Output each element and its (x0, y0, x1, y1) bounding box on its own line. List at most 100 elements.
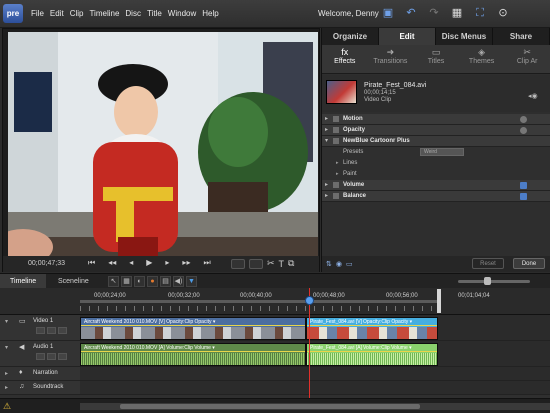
selection-tool-icon[interactable]: ↖ (108, 276, 119, 287)
expand-arrow-icon[interactable]: ▸ (5, 384, 8, 391)
effect-row-cartoonr[interactable]: ▾ NewBlue Cartoonr Plus (322, 136, 550, 147)
effect-row-volume[interactable]: ▸ Volume (322, 180, 550, 191)
lane-soundtrack[interactable] (80, 381, 550, 395)
film-icon[interactable]: ▤ (160, 276, 171, 287)
resolution-slider[interactable] (249, 258, 263, 269)
menu-disc[interactable]: Disc (125, 9, 141, 18)
effect-toggle-icon[interactable] (333, 182, 339, 188)
audio-clip[interactable]: Aircraft Weekend 2010 010.MOV [A] Volume… (80, 343, 306, 366)
marker-icon[interactable]: ▼ (186, 276, 197, 287)
audio-mixer-icon[interactable]: ◀) (173, 276, 184, 287)
effect-toggle-icon[interactable] (333, 116, 339, 122)
menu-help[interactable]: Help (202, 9, 218, 18)
expand-arrow-icon[interactable]: ▸ (325, 114, 328, 125)
expand-arrow-icon[interactable]: ▸ (336, 169, 339, 180)
expand-arrow-icon[interactable]: ▸ (5, 370, 8, 377)
opacity-line[interactable] (81, 325, 305, 326)
next-keyframe-button[interactable] (58, 353, 67, 360)
effect-row-opacity[interactable]: ▸ Opacity (322, 125, 550, 136)
playhead-handle[interactable] (305, 296, 314, 305)
menu-file[interactable]: File (31, 9, 44, 18)
subtab-themes[interactable]: ◈ Themes (459, 45, 505, 73)
tab-share[interactable]: Share (493, 28, 550, 45)
keyframe-icon[interactable] (520, 182, 527, 189)
done-button[interactable]: Done (513, 258, 545, 269)
effect-row-motion[interactable]: ▸ Motion (322, 114, 550, 125)
zoom-slider-knob[interactable] (484, 277, 491, 285)
opacity-line[interactable] (307, 325, 437, 326)
warning-icon[interactable]: ⚠ (3, 401, 11, 412)
title-tool-icon[interactable]: T (279, 259, 285, 269)
audio-clip-selected[interactable]: Pirate_Fest_084.avi [A] Volume:Clip Volu… (306, 343, 438, 366)
fullscreen-icon[interactable]: ⛶ (473, 6, 487, 20)
prev-keyframe-button[interactable] (36, 353, 45, 360)
rewind-button[interactable]: ◂◂ (108, 258, 116, 268)
grid-icon[interactable]: ▦ (450, 6, 464, 20)
go-to-start-button[interactable]: ⏮ (88, 258, 95, 268)
subtab-clip-art[interactable]: ✂ Clip Ar (504, 45, 550, 73)
redo-icon[interactable]: ↷ (427, 6, 441, 20)
volume-line[interactable] (81, 351, 305, 352)
play-button[interactable]: ▶ (146, 258, 152, 268)
tab-timeline[interactable]: Timeline (0, 274, 47, 289)
menu-edit[interactable]: Edit (50, 9, 64, 18)
param-paint[interactable]: ▸ Paint (322, 169, 550, 180)
collapse-arrow-icon[interactable]: ▾ (325, 136, 328, 147)
menu-window[interactable]: Window (168, 9, 196, 18)
tab-organize[interactable]: Organize (322, 28, 379, 45)
help-icon[interactable]: ⊙ (496, 6, 510, 20)
volume-line[interactable] (307, 351, 437, 352)
color-icon[interactable]: ● (147, 276, 158, 287)
step-forward-button[interactable]: ▸ (165, 258, 169, 268)
show-keyframes-icon[interactable]: ⇅ (326, 260, 332, 268)
save-icon[interactable]: ▣ (381, 6, 395, 20)
expand-arrow-icon[interactable]: ▸ (325, 125, 328, 136)
effect-toggle-icon[interactable] (333, 193, 339, 199)
work-area-bar[interactable] (80, 300, 440, 303)
split-clip-icon[interactable]: ✂ (267, 258, 275, 269)
param-lines[interactable]: ▸ Lines (322, 158, 550, 169)
effect-row-balance[interactable]: ▸ Balance (322, 191, 550, 202)
keyframe-icon[interactable] (520, 116, 527, 123)
prev-keyframe-button[interactable] (36, 327, 45, 334)
keyframe-icon[interactable] (520, 193, 527, 200)
trash-icon[interactable]: ▭ (346, 260, 353, 268)
apply-icon[interactable]: ◉ (336, 260, 342, 268)
scrollbar-thumb[interactable] (120, 404, 420, 409)
fast-forward-button[interactable]: ▸▸ (182, 258, 190, 268)
next-keyframe-button[interactable] (58, 327, 67, 334)
tab-edit[interactable]: Edit (379, 28, 436, 45)
subtab-effects[interactable]: fx Effects (322, 45, 368, 73)
add-keyframe-button[interactable] (47, 353, 56, 360)
timeline-scrollbar[interactable] (80, 403, 550, 410)
volume-slider[interactable] (231, 258, 245, 269)
lane-narration[interactable] (80, 367, 550, 381)
zoom-slider[interactable] (458, 280, 530, 283)
tab-disc-menus[interactable]: Disc Menus (436, 28, 493, 45)
collapse-arrow-icon[interactable]: ▾ (5, 318, 8, 325)
video-clip[interactable]: Aircraft Weekend 2010 010.MOV [V] Opacit… (80, 317, 306, 340)
tab-sceneline[interactable]: Sceneline (48, 274, 99, 289)
smartfix-icon[interactable]: ◐ (134, 276, 145, 287)
presets-select[interactable]: Weird (420, 148, 464, 156)
menu-timeline[interactable]: Timeline (89, 9, 119, 18)
expand-arrow-icon[interactable]: ▸ (325, 191, 328, 202)
expand-arrow-icon[interactable]: ▸ (325, 180, 328, 191)
end-marker[interactable] (437, 289, 441, 313)
expand-arrow-icon[interactable]: ▸ (336, 158, 339, 169)
undo-icon[interactable]: ↶ (404, 6, 418, 20)
subtab-transitions[interactable]: ➜ Transitions (368, 45, 414, 73)
menu-title[interactable]: Title (147, 9, 162, 18)
effect-toggle-icon[interactable] (333, 138, 339, 144)
freeze-frame-icon[interactable]: ⧉ (288, 258, 294, 269)
effect-toggle-icon[interactable] (333, 127, 339, 133)
subtab-titles[interactable]: ▭ Titles (413, 45, 459, 73)
go-to-end-button[interactable]: ⏭ (203, 258, 210, 268)
keyframe-icon[interactable] (520, 127, 527, 134)
step-back-button[interactable]: ◂ (129, 258, 133, 268)
video-preview[interactable] (8, 32, 318, 256)
add-keyframe-button[interactable] (47, 327, 56, 334)
collapse-arrow-icon[interactable]: ▾ (5, 344, 8, 351)
media-icon[interactable]: ▦ (121, 276, 132, 287)
reset-button[interactable]: Reset (472, 258, 504, 269)
